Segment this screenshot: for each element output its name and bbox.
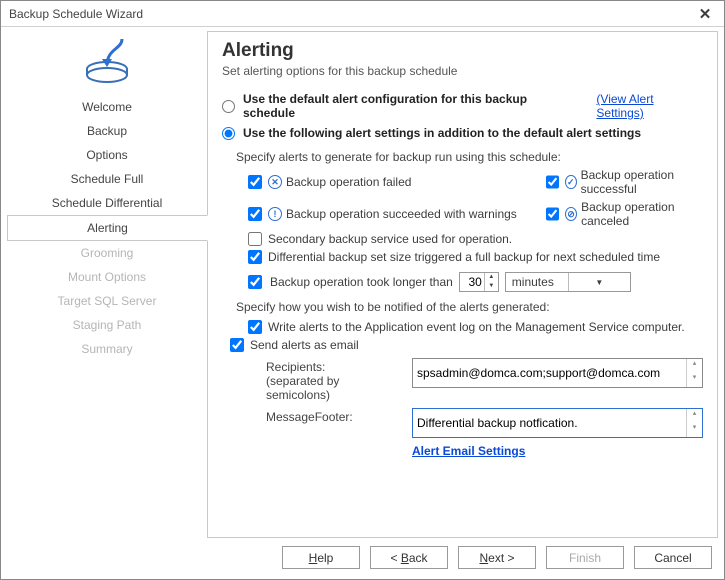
notify-eventlog-row: Write alerts to the Application event lo… [248,320,703,334]
notify-block: Write alerts to the Application event lo… [248,320,703,458]
view-alert-settings-link[interactable]: (View Alert Settings) [596,92,703,120]
footer-label: MessageFooter: [266,408,406,424]
alert-longer-label: Backup operation took longer than [270,275,453,289]
wizard-steps: WelcomeBackupOptionsSchedule FullSchedul… [7,95,207,361]
alert-success-row: ✓ Backup operation successful [546,168,703,196]
wizard-step-backup[interactable]: Backup [7,119,207,143]
alert-success-checkbox[interactable] [546,175,559,189]
wizard-step-target-sql-server: Target SQL Server [7,289,207,313]
wizard-step-schedule-differential[interactable]: Schedule Differential [7,191,207,215]
success-icon: ✓ [565,175,577,189]
wizard-step-options[interactable]: Options [7,143,207,167]
footer: Help < Back Next > Finish Cancel [1,538,724,579]
backup-icon [78,37,136,85]
notify-email-checkbox[interactable] [230,338,244,352]
recipients-input-wrap: ▴▾ [412,358,703,388]
hero-icon [7,31,207,91]
finish-button[interactable]: Finish [546,546,624,569]
wizard-window: Backup Schedule Wizard ✕ WelcomeBackupOp… [0,0,725,580]
wizard-step-grooming: Grooming [7,241,207,265]
radio-custom-label: Use the following alert settings in addi… [243,126,641,140]
recipients-row: Recipients: (separated by semicolons) ▴▾ [266,358,703,402]
recipients-input[interactable] [413,359,686,387]
alert-canceled-row: ⊘ Backup operation canceled [546,200,703,228]
wizard-step-welcome[interactable]: Welcome [7,95,207,119]
alert-canceled-checkbox[interactable] [546,207,559,221]
alert-diff-trigger-label: Differential backup set size triggered a… [268,250,660,264]
notify-email-row: Send alerts as email [230,338,703,352]
window-title: Backup Schedule Wizard [9,7,143,21]
alert-email-settings-link[interactable]: Alert Email Settings [412,444,525,458]
help-button[interactable]: Help [282,546,360,569]
scrollbar[interactable]: ▴▾ [686,359,702,387]
notify-eventlog-label: Write alerts to the Application event lo… [268,320,685,334]
spinner-up-icon[interactable]: ▲ [485,273,498,282]
alert-warnings-checkbox[interactable] [248,207,262,221]
email-settings-row: Alert Email Settings [266,444,703,458]
close-button[interactable]: ✕ [686,5,724,22]
alert-diff-trigger-checkbox[interactable] [248,250,262,264]
cancel-icon: ⊘ [565,207,577,221]
next-button[interactable]: Next > [458,546,536,569]
duration-spinner[interactable]: ▲ ▼ [459,272,499,292]
spinner-down-icon[interactable]: ▼ [485,282,498,291]
alerts-grid: ✕ Backup operation failed ✓ Backup opera… [248,168,703,292]
footer-row: MessageFooter: ▴▾ [266,408,703,438]
alerts-section-label: Specify alerts to generate for backup ru… [236,150,703,164]
alert-failed-checkbox[interactable] [248,175,262,189]
alert-diff-trigger-row: Differential backup set size triggered a… [248,250,703,264]
radio-custom-row: Use the following alert settings in addi… [222,126,703,140]
alert-secondary-checkbox[interactable] [248,232,262,246]
warning-icon: ! [268,207,282,221]
wizard-step-mount-options: Mount Options [7,265,207,289]
left-column: WelcomeBackupOptionsSchedule FullSchedul… [7,31,207,538]
content-panel: Alerting Set alerting options for this b… [207,31,718,538]
alert-success-label: Backup operation successful [581,168,703,196]
fail-icon: ✕ [268,175,282,189]
page-title: Alerting [222,40,703,62]
duration-unit-combo[interactable]: minutes ▼ [505,272,631,292]
alert-secondary-label: Secondary backup service used for operat… [268,232,512,246]
scrollbar[interactable]: ▴▾ [686,409,702,437]
alert-failed-label: Backup operation failed [286,175,411,189]
alert-warnings-row: ! Backup operation succeeded with warnin… [248,207,538,221]
alert-secondary-row: Secondary backup service used for operat… [248,232,703,246]
duration-unit-value: minutes [506,273,568,291]
radio-custom[interactable] [222,127,235,140]
notify-email-label: Send alerts as email [250,338,359,352]
radio-default-row: Use the default alert configuration for … [222,92,703,120]
notify-section-label: Specify how you wish to be notified of t… [236,300,703,314]
wizard-step-alerting[interactable]: Alerting [7,215,208,241]
footer-input[interactable] [413,409,686,437]
wizard-step-staging-path: Staging Path [7,313,207,337]
wizard-step-schedule-full[interactable]: Schedule Full [7,167,207,191]
alert-longer-checkbox[interactable] [248,275,262,289]
page-subtitle: Set alerting options for this backup sch… [222,64,703,78]
radio-default[interactable] [222,100,235,113]
alert-warnings-label: Backup operation succeeded with warnings [286,207,517,221]
footer-input-wrap: ▴▾ [412,408,703,438]
titlebar: Backup Schedule Wizard ✕ [1,1,724,27]
radio-default-label: Use the default alert configuration for … [243,92,578,120]
chevron-down-icon[interactable]: ▼ [568,273,630,291]
alert-failed-row: ✕ Backup operation failed [248,175,538,189]
alert-canceled-label: Backup operation canceled [581,200,703,228]
body: WelcomeBackupOptionsSchedule FullSchedul… [1,27,724,538]
alert-longer-row: Backup operation took longer than ▲ ▼ mi… [248,272,703,292]
wizard-step-summary: Summary [7,337,207,361]
duration-input[interactable] [460,273,484,291]
notify-eventlog-checkbox[interactable] [248,320,262,334]
cancel-button[interactable]: Cancel [634,546,712,569]
back-button[interactable]: < Back [370,546,448,569]
recipients-label: Recipients: (separated by semicolons) [266,358,406,402]
